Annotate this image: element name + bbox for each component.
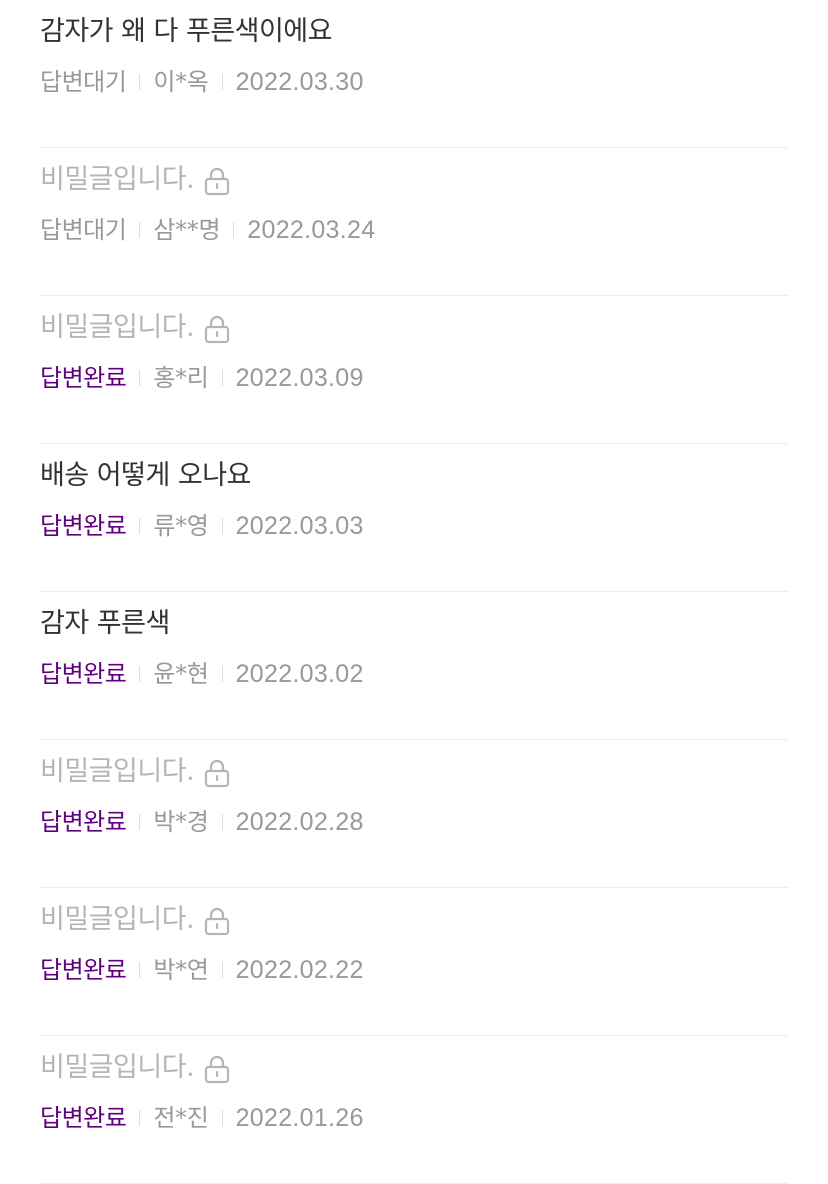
lock-icon bbox=[204, 1054, 230, 1084]
meta-divider bbox=[139, 74, 141, 90]
qna-item[interactable]: 비밀글입니다. 답변완료 박*연 2022.02.22 bbox=[40, 888, 788, 1036]
qna-title-row: 비밀글입니다. bbox=[40, 160, 230, 200]
answer-status: 답변완료 bbox=[40, 512, 127, 540]
lock-icon bbox=[204, 166, 230, 196]
meta-divider bbox=[221, 518, 223, 534]
qna-title-row: 비밀글입니다. bbox=[40, 752, 230, 792]
meta-divider bbox=[221, 962, 223, 978]
post-date: 2022.03.02 bbox=[235, 660, 364, 688]
answer-status: 답변완료 bbox=[40, 808, 127, 836]
qna-item[interactable]: 비밀글입니다. 답변완료 박*경 2022.02.28 bbox=[40, 740, 788, 888]
qna-item[interactable]: 감자가 왜 다 푸른색이에요 답변대기 이*옥 2022.03.30 bbox=[40, 0, 788, 148]
lock-icon bbox=[204, 758, 230, 788]
meta-divider bbox=[233, 222, 235, 238]
answer-status: 답변완료 bbox=[40, 364, 127, 392]
qna-meta: 답변완료 홍*리 2022.03.09 bbox=[40, 360, 364, 396]
post-date: 2022.03.30 bbox=[235, 68, 364, 96]
post-date: 2022.02.28 bbox=[235, 808, 364, 836]
qna-title-row: 감자 푸른색 bbox=[40, 604, 170, 644]
qna-meta: 답변완료 윤*현 2022.03.02 bbox=[40, 656, 364, 692]
qna-title-row: 비밀글입니다. bbox=[40, 900, 230, 940]
qna-title-row: 비밀글입니다. bbox=[40, 308, 230, 348]
qna-list: 감자가 왜 다 푸른색이에요 답변대기 이*옥 2022.03.30 비밀글입니… bbox=[40, 0, 788, 1184]
qna-title: 배송 어떻게 오나요 bbox=[40, 460, 251, 491]
qna-meta: 답변완료 박*경 2022.02.28 bbox=[40, 804, 364, 840]
meta-divider bbox=[221, 666, 223, 682]
post-date: 2022.01.26 bbox=[235, 1104, 364, 1132]
qna-meta: 답변대기 이*옥 2022.03.30 bbox=[40, 64, 364, 100]
post-date: 2022.03.09 bbox=[235, 364, 364, 392]
meta-divider bbox=[221, 1110, 223, 1126]
qna-title-row: 비밀글입니다. bbox=[40, 1048, 230, 1088]
qna-item[interactable]: 감자 푸른색 답변완료 윤*현 2022.03.02 bbox=[40, 592, 788, 740]
qna-title: 비밀글입니다. bbox=[40, 312, 195, 343]
meta-divider bbox=[221, 814, 223, 830]
qna-title: 비밀글입니다. bbox=[40, 1052, 195, 1083]
answer-status: 답변완료 bbox=[40, 1104, 127, 1132]
qna-item[interactable]: 비밀글입니다. 답변완료 전*진 2022.01.26 bbox=[40, 1036, 788, 1184]
post-date: 2022.02.22 bbox=[235, 956, 364, 984]
meta-divider bbox=[139, 222, 141, 238]
qna-title: 비밀글입니다. bbox=[40, 904, 195, 935]
qna-title-row: 감자가 왜 다 푸른색이에요 bbox=[40, 12, 333, 52]
writer-name: 전*진 bbox=[153, 1104, 209, 1132]
writer-name: 윤*현 bbox=[153, 660, 209, 688]
meta-divider bbox=[139, 814, 141, 830]
writer-name: 박*경 bbox=[153, 808, 209, 836]
writer-name: 이*옥 bbox=[153, 68, 209, 96]
answer-status: 답변대기 bbox=[40, 68, 127, 96]
writer-name: 박*연 bbox=[153, 956, 209, 984]
qna-meta: 답변완료 전*진 2022.01.26 bbox=[40, 1100, 364, 1136]
qna-meta: 답변완료 류*영 2022.03.03 bbox=[40, 508, 364, 544]
post-date: 2022.03.03 bbox=[235, 512, 364, 540]
meta-divider bbox=[139, 518, 141, 534]
qna-title: 감자 푸른색 bbox=[40, 608, 170, 639]
qna-title: 비밀글입니다. bbox=[40, 164, 195, 195]
writer-name: 홍*리 bbox=[153, 364, 209, 392]
qna-meta: 답변완료 박*연 2022.02.22 bbox=[40, 952, 364, 988]
post-date: 2022.03.24 bbox=[247, 216, 376, 244]
qna-item[interactable]: 비밀글입니다. 답변대기 삼**명 2022.03.24 bbox=[40, 148, 788, 296]
meta-divider bbox=[139, 1110, 141, 1126]
answer-status: 답변대기 bbox=[40, 216, 127, 244]
meta-divider bbox=[221, 74, 223, 90]
meta-divider bbox=[139, 666, 141, 682]
meta-divider bbox=[139, 370, 141, 386]
qna-meta: 답변대기 삼**명 2022.03.24 bbox=[40, 212, 375, 248]
qna-title: 비밀글입니다. bbox=[40, 756, 195, 787]
qna-title: 감자가 왜 다 푸른색이에요 bbox=[40, 16, 333, 47]
writer-name: 삼**명 bbox=[153, 216, 221, 244]
lock-icon bbox=[204, 906, 230, 936]
answer-status: 답변완료 bbox=[40, 956, 127, 984]
qna-item[interactable]: 비밀글입니다. 답변완료 홍*리 2022.03.09 bbox=[40, 296, 788, 444]
qna-title-row: 배송 어떻게 오나요 bbox=[40, 456, 251, 496]
qna-item[interactable]: 배송 어떻게 오나요 답변완료 류*영 2022.03.03 bbox=[40, 444, 788, 592]
meta-divider bbox=[139, 962, 141, 978]
meta-divider bbox=[221, 370, 223, 386]
writer-name: 류*영 bbox=[153, 512, 209, 540]
lock-icon bbox=[204, 314, 230, 344]
answer-status: 답변완료 bbox=[40, 660, 127, 688]
